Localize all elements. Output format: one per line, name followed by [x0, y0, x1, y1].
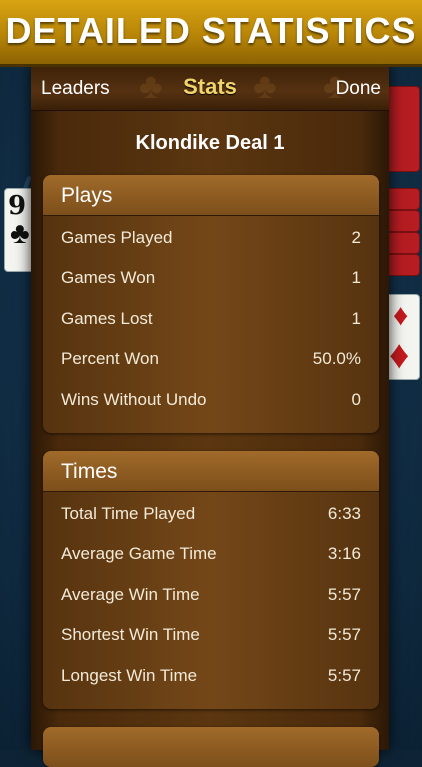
- stat-value: 6:33: [327, 504, 361, 523]
- stat-row-percent-won: Percent Won 50.0%: [43, 339, 379, 379]
- stat-row-wins-without-undo: Wins Without Undo 0: [43, 380, 379, 420]
- times-section: Times Total Time Played 6:33 Average Gam…: [43, 451, 379, 709]
- stat-label: Shortest Win Time: [61, 625, 200, 644]
- plays-section: Plays Games Played 2 Games Won 1 Games L…: [43, 175, 379, 433]
- stat-value: 2: [351, 228, 361, 247]
- stat-label: Average Win Time: [61, 585, 200, 604]
- stat-value: 5:57: [327, 625, 361, 644]
- stat-label: Games Lost: [61, 309, 153, 328]
- card-back-stack: [384, 232, 420, 254]
- times-section-title: Times: [61, 460, 118, 483]
- stat-row-shortest-win-time: Shortest Win Time 5:57: [43, 615, 379, 655]
- stat-value: 1: [351, 268, 361, 287]
- playing-card-diamonds: ♦ ♦: [384, 294, 420, 380]
- card-back-stack: [384, 210, 420, 232]
- diamond-suit-icon: ♦: [389, 333, 410, 377]
- stat-value: 1: [351, 309, 361, 328]
- stat-value: 0: [351, 390, 361, 409]
- diamond-suit-icon: ♦: [393, 299, 409, 332]
- stat-label: Longest Win Time: [61, 666, 198, 685]
- stat-row-average-win-time: Average Win Time 5:57: [43, 575, 379, 615]
- plays-section-title: Plays: [61, 184, 113, 207]
- card-back: [384, 86, 420, 172]
- deal-title: Klondike Deal 1: [135, 132, 285, 154]
- stat-value: 50.0%: [312, 349, 361, 368]
- stat-row-games-played: Games Played 2: [43, 218, 379, 258]
- stat-label: Total Time Played: [61, 504, 196, 523]
- club-suit-icon: ♣: [10, 217, 30, 250]
- stat-value: 5:57: [327, 585, 361, 604]
- title-banner: DETAILED STATISTICS: [0, 0, 422, 67]
- card-back-stack: [384, 188, 420, 210]
- stat-row-games-lost: Games Lost 1: [43, 299, 379, 339]
- section-header: Times: [43, 451, 379, 492]
- section-header: [43, 727, 379, 767]
- stat-label: Wins Without Undo: [61, 390, 207, 409]
- stat-value: 5:57: [327, 666, 361, 685]
- stat-label: Games Played: [61, 228, 173, 247]
- navigation-bar: ♣ ♣ ♣ Leaders Stats Done: [31, 64, 389, 111]
- stat-value: 3:16: [327, 544, 361, 563]
- stat-label: Percent Won: [61, 349, 159, 368]
- statistics-panel: ♣ ♣ ♣ Leaders Stats Done Klondike Deal 1…: [31, 64, 389, 767]
- stat-label: Average Game Time: [61, 544, 217, 563]
- banner-title: DETAILED STATISTICS: [5, 10, 417, 51]
- stat-row-total-time-played: Total Time Played 6:33: [43, 494, 379, 534]
- stat-row-games-won: Games Won 1: [43, 258, 379, 298]
- stat-label: Games Won: [61, 268, 156, 287]
- stat-row-longest-win-time: Longest Win Time 5:57: [43, 656, 379, 696]
- stat-row-average-game-time: Average Game Time 3:16: [43, 534, 379, 574]
- card-back-stack: [384, 254, 420, 276]
- done-button[interactable]: Done: [336, 78, 381, 100]
- next-section-partial: [43, 727, 379, 767]
- section-header: Plays: [43, 175, 379, 216]
